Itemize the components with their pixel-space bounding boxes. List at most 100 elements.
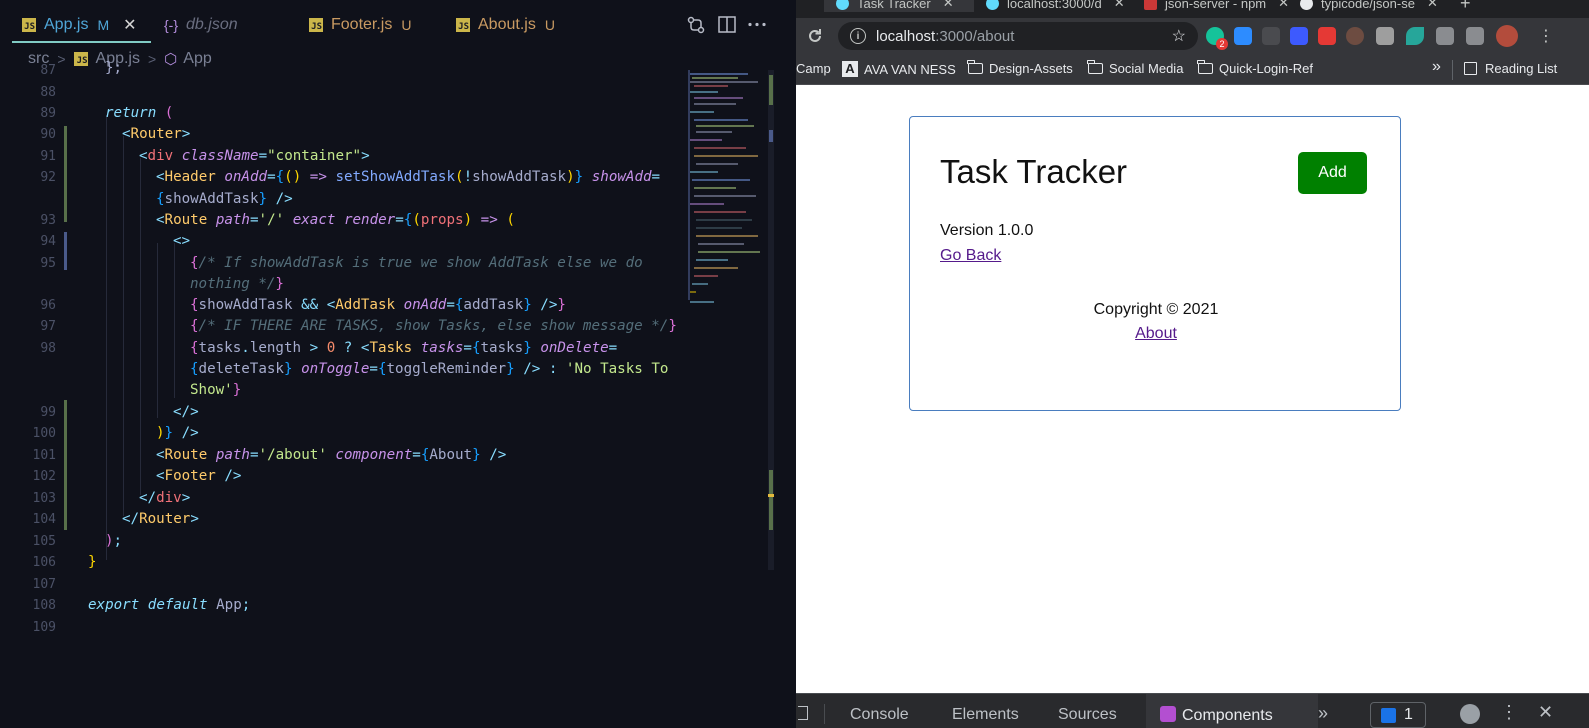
- folder-icon: [1087, 60, 1103, 74]
- git-modified-marker: [64, 400, 67, 530]
- tab-label: App.js: [44, 16, 89, 33]
- code-line: export default App;: [88, 597, 251, 613]
- extension-icon[interactable]: [1406, 27, 1424, 45]
- bookmark-item[interactable]: Camp: [796, 61, 831, 76]
- line-number: 101: [32, 448, 56, 463]
- split-editor-icon[interactable]: [718, 16, 736, 33]
- source-control-diff-icon[interactable]: [686, 16, 706, 34]
- line-number: 107: [32, 577, 56, 592]
- bookmark-folder[interactable]: Design-Assets: [967, 60, 1073, 76]
- editor-tab-bar: JS App.js M ✕ {-} db.json JS Footer.js U…: [0, 0, 796, 50]
- code-line: nothing */}: [190, 276, 284, 292]
- folder-icon: [1197, 60, 1213, 74]
- git-added-marker: [64, 232, 67, 270]
- menu-dots-icon[interactable]: ⋮: [1538, 27, 1554, 45]
- devtools-menu-dots-icon[interactable]: ⋮: [1500, 703, 1518, 721]
- line-number: 92: [40, 170, 56, 185]
- close-tab-icon[interactable]: ✕: [1427, 0, 1438, 11]
- bookmark-star-icon[interactable]: ☆: [1172, 26, 1186, 46]
- line-number: 94: [40, 234, 56, 249]
- extensions-puzzle-icon[interactable]: [1436, 27, 1454, 45]
- tab-footer-js[interactable]: JS Footer.js U: [309, 10, 411, 40]
- add-button[interactable]: Add: [1298, 152, 1367, 194]
- close-tab-icon[interactable]: ✕: [1114, 0, 1125, 11]
- wappalyzer-extension-icon[interactable]: [1262, 27, 1280, 45]
- extension-icon[interactable]: [1290, 27, 1308, 45]
- browser-tab-json-server[interactable]: json-server - npm ✕: [1144, 0, 1290, 12]
- code-line: );: [105, 533, 123, 549]
- browser-tab-title: localhost:3000/d: [1007, 0, 1102, 11]
- folder-icon: [967, 60, 983, 74]
- more-actions-icon[interactable]: [748, 22, 766, 27]
- tab-app-js[interactable]: JS App.js M ✕: [22, 10, 137, 40]
- browser-tab-task-tracker[interactable]: Task Tracker ✕: [824, 0, 974, 12]
- browser-tab-title: json-server - npm: [1165, 0, 1267, 11]
- browser-tab-localhost[interactable]: localhost:3000/d ✕: [986, 0, 1136, 12]
- bookmark-folder[interactable]: Social Media: [1087, 60, 1183, 76]
- line-number: 93: [40, 213, 56, 228]
- extension-badge: 2: [1216, 38, 1228, 50]
- code-line: </>: [173, 404, 199, 420]
- code-editor: JS App.js M ✕ {-} db.json JS Footer.js U…: [0, 0, 796, 728]
- bookmarks-overflow-button[interactable]: »: [1432, 58, 1441, 76]
- devtools-more-tabs-button[interactable]: »: [1318, 703, 1328, 724]
- go-back-link[interactable]: Go Back: [940, 247, 1001, 265]
- dock-panel-icon[interactable]: [798, 706, 808, 720]
- extension-icon[interactable]: [1346, 27, 1364, 45]
- line-number: 87: [40, 63, 56, 78]
- about-link-text[interactable]: About: [1135, 325, 1177, 342]
- browser-window: Task Tracker ✕ localhost:3000/d ✕ json-s…: [796, 0, 1589, 728]
- line-number: 89: [40, 106, 56, 121]
- close-icon[interactable]: ✕: [123, 15, 136, 35]
- tab-db-json[interactable]: {-} db.json: [164, 10, 238, 40]
- react-favicon-icon: [836, 0, 849, 10]
- editor-scrollbar[interactable]: [768, 70, 774, 570]
- devtools-tab-components[interactable]: Components: [1160, 706, 1273, 725]
- browser-tab-title: Task Tracker: [857, 0, 931, 11]
- new-tab-button[interactable]: +: [1460, 0, 1480, 12]
- js-file-icon: JS: [456, 18, 470, 32]
- zoom-extension-icon[interactable]: [1234, 27, 1252, 45]
- address-host: localhost: [876, 27, 936, 45]
- code-area[interactable]: 87 }; 88 89 return ( 90 <Router> 91 <div…: [0, 60, 690, 660]
- address-bar[interactable]: i localhost:3000/about ☆: [838, 22, 1198, 50]
- reading-list-icon: [1464, 62, 1477, 75]
- screenshot-extension-icon[interactable]: [1376, 27, 1394, 45]
- extension-icon[interactable]: [1318, 27, 1336, 45]
- browser-tab-strip: Task Tracker ✕ localhost:3000/d ✕ json-s…: [796, 0, 1589, 18]
- site-info-icon[interactable]: i: [850, 28, 866, 44]
- reload-icon[interactable]: [806, 27, 824, 45]
- code-line: )} />: [156, 425, 199, 441]
- profile-avatar[interactable]: [1496, 25, 1518, 47]
- line-number: 90: [40, 127, 56, 142]
- line-number: 88: [40, 85, 56, 100]
- devtools-tab-sources[interactable]: Sources: [1058, 706, 1117, 724]
- close-tab-icon[interactable]: ✕: [943, 0, 954, 11]
- issues-counter[interactable]: 1: [1370, 702, 1426, 728]
- npm-favicon-icon: [1144, 0, 1157, 10]
- close-tab-icon[interactable]: ✕: [1278, 0, 1289, 11]
- github-favicon-icon: [1300, 0, 1313, 10]
- devtools-tab-elements[interactable]: Elements: [952, 706, 1019, 724]
- bookmarks-bar: Camp A AVA VAN NESS Design-Assets Social…: [796, 55, 1589, 85]
- footer-copyright: Copyright © 2021: [1093, 301, 1219, 318]
- code-line: {tasks.length > 0 ? <Tasks tasks={tasks}…: [190, 340, 618, 356]
- line-number: 91: [40, 149, 56, 164]
- bookmark-folder[interactable]: Quick-Login-Ref: [1197, 60, 1313, 76]
- media-controls-icon[interactable]: [1466, 27, 1484, 45]
- git-modified-marker: [64, 126, 67, 222]
- code-line: </div>: [139, 490, 191, 506]
- react-favicon-icon: [986, 0, 999, 10]
- settings-gear-icon[interactable]: [1460, 704, 1480, 724]
- reading-list-button[interactable]: Reading List: [1464, 61, 1557, 76]
- devtools-tab-console[interactable]: Console: [850, 706, 909, 724]
- issues-icon: [1381, 708, 1396, 723]
- bookmark-item[interactable]: A AVA VAN NESS: [842, 61, 956, 77]
- browser-tab-github[interactable]: typicode/json-se ✕: [1300, 0, 1450, 12]
- line-number: 108: [32, 598, 56, 613]
- tab-about-js[interactable]: JS About.js U: [456, 10, 555, 40]
- json-file-icon: {-}: [164, 17, 179, 33]
- close-devtools-icon[interactable]: ✕: [1538, 703, 1553, 721]
- tab-label: Footer.js: [331, 16, 393, 33]
- minimap[interactable]: [688, 70, 768, 310]
